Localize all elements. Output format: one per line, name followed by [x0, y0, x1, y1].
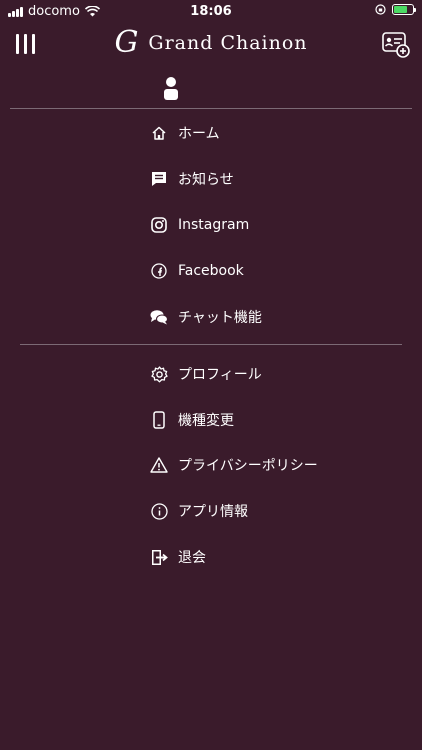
menu-label: 機種変更: [178, 413, 234, 429]
menu-label: Instagram: [178, 217, 250, 233]
menu-item-chat[interactable]: チャット機能: [150, 302, 390, 332]
menu-label: 退会: [178, 550, 206, 566]
status-bar: docomo 18:06: [0, 0, 422, 22]
chat-icon: [150, 308, 168, 326]
message-icon: [150, 170, 168, 188]
menu-item-home[interactable]: ホーム: [150, 118, 390, 148]
status-time: 18:06: [190, 4, 232, 19]
menu-item-instagram[interactable]: Instagram: [150, 210, 390, 240]
battery-icon: [392, 4, 416, 15]
menu-label: Facebook: [178, 263, 244, 279]
home-icon: [150, 124, 168, 142]
logo-mark: G: [114, 25, 139, 60]
gear-icon: [150, 365, 168, 383]
user-icon[interactable]: [163, 76, 179, 100]
logout-icon: [150, 548, 168, 566]
menu-item-privacy-policy[interactable]: プライバシーポリシー: [150, 450, 390, 480]
menu-label: チャット機能: [178, 310, 262, 326]
menu-item-facebook[interactable]: Facebook: [150, 256, 390, 286]
menu-label: プロフィール: [178, 367, 262, 383]
menu-label: プライバシーポリシー: [178, 458, 318, 474]
phone-icon: [150, 411, 168, 429]
divider-top: [10, 108, 412, 109]
info-icon: [150, 502, 168, 520]
menu-label: アプリ情報: [178, 504, 248, 520]
app-header: G Grand Chainon: [0, 22, 422, 68]
brand-logo: G Grand Chainon: [0, 28, 422, 58]
menu-item-app-info[interactable]: アプリ情報: [150, 496, 390, 526]
menu-item-device-change[interactable]: 機種変更: [150, 405, 390, 435]
member-card-add-icon[interactable]: [382, 30, 410, 58]
facebook-icon: [150, 262, 168, 280]
orientation-lock-icon: [375, 4, 386, 15]
menu-label: お知らせ: [178, 172, 234, 188]
menu-item-profile[interactable]: プロフィール: [150, 359, 390, 389]
menu-label: ホーム: [178, 126, 220, 142]
divider-middle: [20, 344, 402, 345]
logo-text: Grand Chainon: [148, 32, 308, 54]
instagram-icon: [150, 216, 168, 234]
user-row: [0, 74, 422, 104]
status-right: [375, 4, 416, 15]
menu-item-withdraw[interactable]: 退会: [150, 542, 390, 572]
warning-icon: [150, 456, 168, 474]
menu-item-news[interactable]: お知らせ: [150, 164, 390, 194]
